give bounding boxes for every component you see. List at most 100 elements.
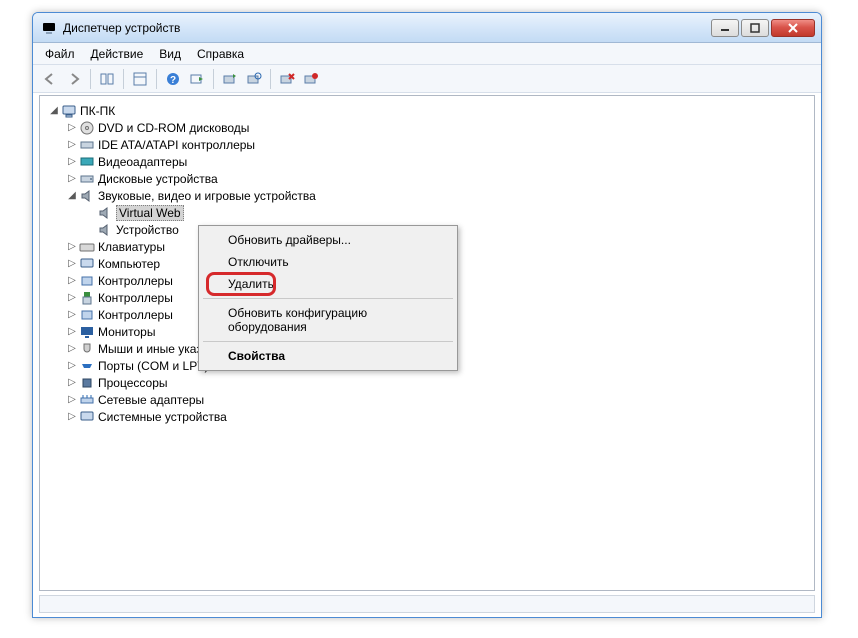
tree-label-selected: Virtual Web — [116, 205, 184, 221]
display-adapter-icon — [79, 154, 95, 170]
tree-label: Контроллеры — [98, 308, 173, 322]
close-button[interactable] — [771, 19, 815, 37]
expand-icon[interactable]: ▷ — [66, 360, 78, 371]
port-icon — [79, 358, 95, 374]
context-menu: Обновить драйверы... Отключить Удалить О… — [198, 225, 458, 371]
tb-forward-button[interactable] — [63, 68, 85, 90]
expand-icon[interactable]: ▷ — [66, 122, 78, 133]
toolbar-separator — [90, 69, 91, 89]
tree-node-cpu[interactable]: ▷ Процессоры — [44, 374, 810, 391]
tree-node-dvd[interactable]: ▷ DVD и CD-ROM дисководы — [44, 119, 810, 136]
usb-icon — [79, 290, 95, 306]
expand-icon[interactable]: ▷ — [66, 394, 78, 405]
controller-icon — [79, 307, 95, 323]
tree-node-virtual-web[interactable]: Virtual Web — [44, 204, 810, 221]
tree-label: DVD и CD-ROM дисководы — [98, 121, 249, 135]
tree-label: Контроллеры — [98, 291, 173, 305]
menu-file[interactable]: Файл — [37, 45, 83, 63]
expand-icon[interactable]: ▷ — [66, 326, 78, 337]
tree-node-network[interactable]: ▷ Сетевые адаптеры — [44, 391, 810, 408]
speaker-icon — [97, 205, 113, 221]
expand-icon[interactable]: ▷ — [66, 411, 78, 422]
collapse-icon[interactable]: ◢ — [66, 190, 78, 201]
maximize-button[interactable] — [741, 19, 769, 37]
menu-action[interactable]: Действие — [83, 45, 152, 63]
app-icon — [41, 20, 57, 36]
window-title: Диспетчер устройств — [63, 21, 711, 35]
ctx-delete[interactable]: Удалить — [202, 273, 454, 295]
tb-properties-button[interactable] — [129, 68, 151, 90]
system-icon — [79, 409, 95, 425]
svg-text:?: ? — [170, 75, 176, 86]
disc-icon — [79, 120, 95, 136]
cpu-icon — [79, 375, 95, 391]
tb-scan-button[interactable] — [243, 68, 265, 90]
controller-icon — [79, 273, 95, 289]
network-icon — [79, 392, 95, 408]
collapse-icon[interactable]: ◢ — [48, 105, 60, 116]
tree-label: Компьютер — [98, 257, 160, 271]
tree-label: Видеоадаптеры — [98, 155, 187, 169]
menu-help[interactable]: Справка — [189, 45, 252, 63]
tree-label: Порты (COM и LPT) — [98, 359, 209, 373]
expand-icon[interactable]: ▷ — [66, 275, 78, 286]
ctx-properties[interactable]: Свойства — [202, 345, 454, 367]
tb-help-button[interactable]: ? — [162, 68, 184, 90]
speaker-icon — [97, 222, 113, 238]
expand-icon[interactable]: ▷ — [66, 292, 78, 303]
tb-uninstall-button[interactable] — [276, 68, 298, 90]
expand-icon[interactable]: ▷ — [66, 156, 78, 167]
menubar: Файл Действие Вид Справка — [33, 43, 821, 65]
tree-label: IDE ATA/ATAPI контроллеры — [98, 138, 255, 152]
tree-node-disk[interactable]: ▷ Дисковые устройства — [44, 170, 810, 187]
window-controls — [711, 19, 815, 37]
toolbar-separator — [213, 69, 214, 89]
ctx-update-hw[interactable]: Обновить конфигурацию оборудования — [202, 302, 454, 338]
tree-label: Мониторы — [98, 325, 155, 339]
expand-icon[interactable]: ▷ — [66, 377, 78, 388]
tb-back-button[interactable] — [39, 68, 61, 90]
toolbar: ? — [33, 65, 821, 93]
tree-label: Контроллеры — [98, 274, 173, 288]
tree-label: Дисковые устройства — [98, 172, 218, 186]
tb-update-button[interactable] — [219, 68, 241, 90]
tree-root[interactable]: ◢ ПК-ПК — [44, 102, 810, 119]
tree-label: Устройство — [116, 223, 179, 237]
expand-icon[interactable]: ▷ — [66, 173, 78, 184]
tree-label: Процессоры — [98, 376, 168, 390]
keyboard-icon — [79, 239, 95, 255]
monitor-icon — [79, 324, 95, 340]
titlebar: Диспетчер устройств — [33, 13, 821, 43]
drive-icon — [79, 137, 95, 153]
tree-node-video[interactable]: ▷ Видеоадаптеры — [44, 153, 810, 170]
ctx-separator — [203, 341, 453, 342]
tb-disable-button[interactable] — [300, 68, 322, 90]
statusbar — [39, 595, 815, 613]
computer-icon — [79, 256, 95, 272]
tb-action-button[interactable] — [186, 68, 208, 90]
ctx-separator — [203, 298, 453, 299]
tb-show-hide-button[interactable] — [96, 68, 118, 90]
minimize-button[interactable] — [711, 19, 739, 37]
computer-icon — [61, 103, 77, 119]
expand-icon[interactable]: ▷ — [66, 241, 78, 252]
tree-label: Клавиатуры — [98, 240, 165, 254]
expand-icon[interactable]: ▷ — [66, 309, 78, 320]
expand-icon[interactable]: ▷ — [66, 343, 78, 354]
tree-node-ide[interactable]: ▷ IDE ATA/ATAPI контроллеры — [44, 136, 810, 153]
tree-label: ПК-ПК — [80, 104, 115, 118]
toolbar-separator — [270, 69, 271, 89]
menu-view[interactable]: Вид — [151, 45, 189, 63]
tree-label: Звуковые, видео и игровые устройства — [98, 189, 316, 203]
ctx-disable[interactable]: Отключить — [202, 251, 454, 273]
expand-icon[interactable]: ▷ — [66, 258, 78, 269]
hdd-icon — [79, 171, 95, 187]
speaker-icon — [79, 188, 95, 204]
toolbar-separator — [156, 69, 157, 89]
mouse-icon — [79, 341, 95, 357]
tree-node-system[interactable]: ▷ Системные устройства — [44, 408, 810, 425]
tree-label: Сетевые адаптеры — [98, 393, 204, 407]
ctx-update-drivers[interactable]: Обновить драйверы... — [202, 229, 454, 251]
tree-node-sound[interactable]: ◢ Звуковые, видео и игровые устройства — [44, 187, 810, 204]
expand-icon[interactable]: ▷ — [66, 139, 78, 150]
